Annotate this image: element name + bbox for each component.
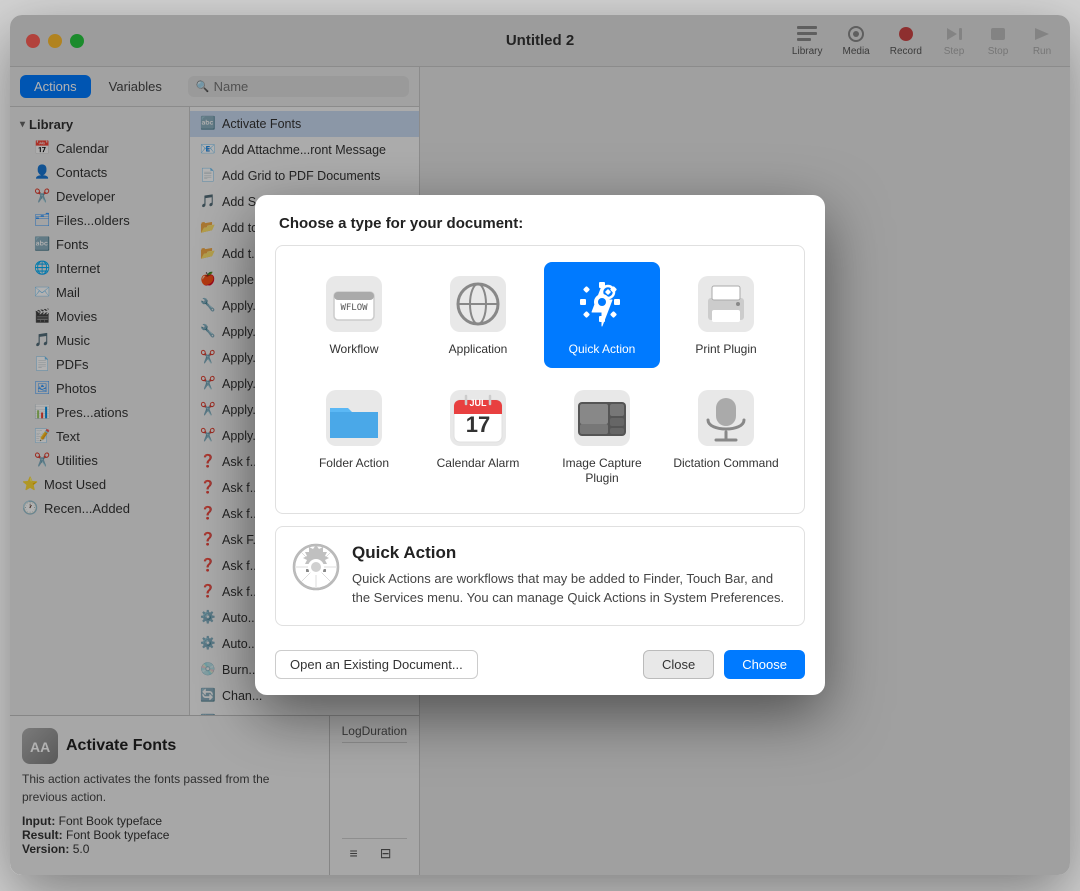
open-existing-button[interactable]: Open an Existing Document...: [275, 650, 478, 679]
doc-type-quick-action[interactable]: Quick Action: [544, 262, 660, 368]
modal-footer-right: Close Choose: [643, 650, 805, 679]
modal-header: Choose a type for your document:: [255, 195, 825, 245]
print-plugin-label: Print Plugin: [695, 342, 756, 358]
svg-text:WFLOW: WFLOW: [340, 303, 368, 313]
quick-action-icon: [570, 272, 634, 336]
document-type-modal: Choose a type for your document: WFLOW: [255, 195, 825, 695]
doc-type-print-plugin[interactable]: Print Plugin: [668, 262, 784, 368]
workflow-label: Workflow: [329, 342, 378, 358]
calendar-alarm-label: Calendar Alarm: [437, 456, 520, 472]
print-plugin-icon: [694, 272, 758, 336]
choose-button[interactable]: Choose: [724, 650, 805, 679]
svg-text:JUL: JUL: [469, 398, 487, 408]
dictation-label: Dictation Command: [673, 456, 778, 472]
quick-action-label: Quick Action: [569, 342, 636, 358]
dictation-icon: [694, 386, 758, 450]
doc-type-application[interactable]: Application: [420, 262, 536, 368]
desc-content: Quick Action Quick Actions are workflows…: [352, 543, 788, 608]
modal-grid-section: WFLOW Workflow: [275, 245, 805, 514]
folder-action-icon: [322, 386, 386, 450]
svg-text:17: 17: [466, 412, 490, 437]
doc-type-workflow[interactable]: WFLOW Workflow: [296, 262, 412, 368]
doc-type-calendar-alarm[interactable]: 17 JUL Calendar Alarm: [420, 376, 536, 497]
doc-type-folder-action[interactable]: Folder Action: [296, 376, 412, 497]
image-capture-icon: [570, 386, 634, 450]
modal-title: Choose a type for your document:: [279, 215, 523, 232]
doc-type-image-capture[interactable]: Image Capture Plugin: [544, 376, 660, 497]
desc-title: Quick Action: [352, 543, 788, 563]
doc-type-grid: WFLOW Workflow: [296, 254, 784, 505]
desc-text: Quick Actions are workflows that may be …: [352, 569, 788, 608]
modal-overlay: Choose a type for your document: WFLOW: [10, 15, 1070, 875]
modal-footer: Open an Existing Document... Close Choos…: [255, 638, 825, 695]
doc-type-dictation[interactable]: Dictation Command: [668, 376, 784, 497]
quick-action-desc-icon: [292, 543, 340, 591]
app-window: Untitled 2 Library: [10, 15, 1070, 875]
image-capture-label: Image Capture Plugin: [548, 456, 656, 487]
calendar-alarm-icon: 17 JUL: [446, 386, 510, 450]
modal-description-box: Quick Action Quick Actions are workflows…: [275, 526, 805, 626]
application-label: Application: [449, 342, 508, 358]
application-icon: [446, 272, 510, 336]
folder-action-label: Folder Action: [319, 456, 389, 472]
close-modal-button[interactable]: Close: [643, 650, 714, 679]
workflow-icon: WFLOW: [322, 272, 386, 336]
